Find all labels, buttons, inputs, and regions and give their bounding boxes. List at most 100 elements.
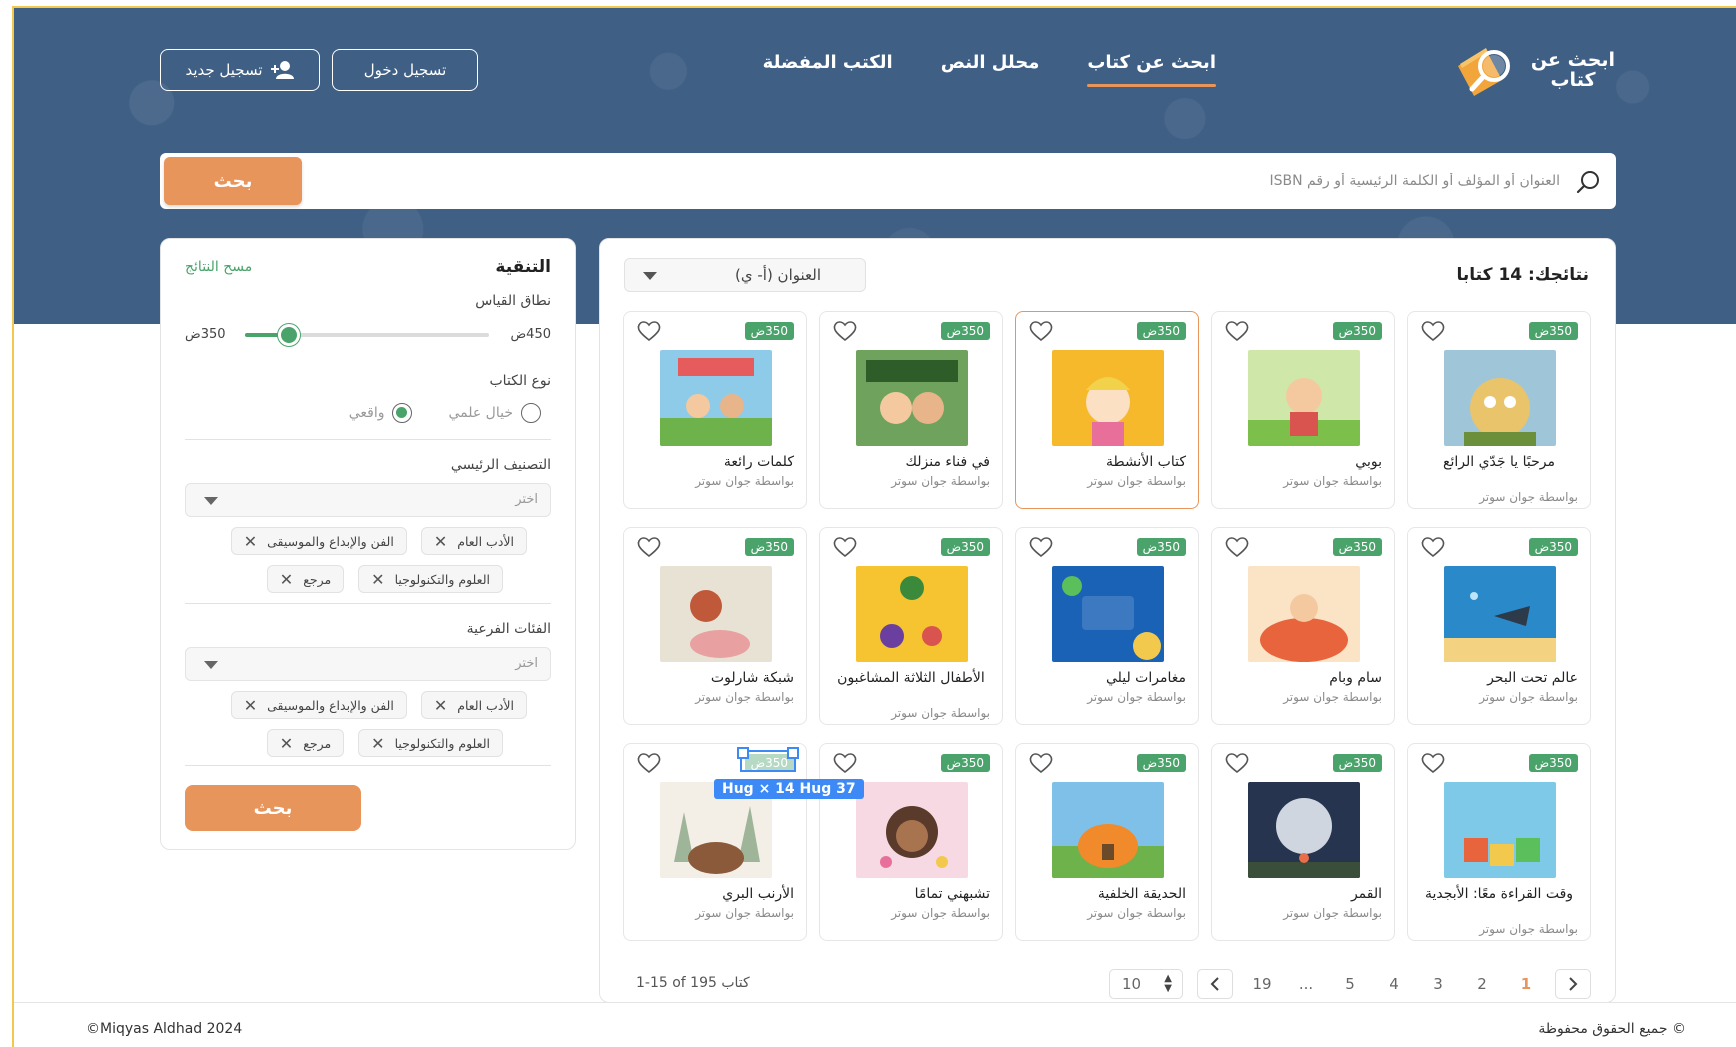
book-title: عالم تحت البحر (1487, 670, 1578, 686)
nav-find-book[interactable]: ابحث عن كتاب (1087, 52, 1216, 87)
close-icon[interactable]: ✕ (244, 532, 257, 551)
close-icon[interactable]: ✕ (280, 570, 293, 589)
chip: الفن والإبداع والموسيقى ✕ (230, 527, 407, 555)
book-card[interactable]: 350ض مرحبًا يا جَدّي الرائع بواسطة جوان سو… (1407, 311, 1591, 509)
close-icon[interactable]: ✕ (371, 570, 384, 589)
login-label: تسجيل دخول (363, 61, 447, 79)
next-page-button[interactable] (1555, 969, 1591, 999)
search-input[interactable] (460, 163, 1560, 199)
page-number[interactable]: 4 (1379, 975, 1409, 993)
page-number[interactable]: 2 (1467, 975, 1497, 993)
heart-icon[interactable] (832, 320, 858, 342)
book-author: بواسطة جوان سوتر (891, 706, 990, 720)
heart-icon[interactable] (1224, 752, 1250, 774)
book-title: الأطفال الثلاثة المشاغبون (837, 670, 985, 686)
radio-realistic[interactable]: واقعي (349, 403, 413, 423)
sub-category-select[interactable]: اختر (185, 647, 551, 681)
book-cover (660, 566, 772, 662)
heart-icon[interactable] (636, 536, 662, 558)
book-search-logo-icon (1452, 40, 1518, 100)
register-button[interactable]: تسجيل جديد (160, 49, 320, 91)
page-number[interactable]: 19 (1247, 975, 1277, 993)
page-number[interactable]: 3 (1423, 975, 1453, 993)
book-card[interactable]: 350ض الأطفال الثلاثة المشاغبون بواسطة جوان… (819, 527, 1003, 725)
lexile-badge: 350ض (1136, 754, 1186, 772)
page-number[interactable]: 1 (1511, 975, 1541, 993)
login-button[interactable]: تسجيل دخول (332, 49, 478, 91)
close-icon[interactable]: ✕ (371, 734, 384, 753)
book-card[interactable]: 350ض كلمات رائعة بواسطة جوان سوتر (623, 311, 807, 509)
heart-icon[interactable] (636, 752, 662, 774)
divider (185, 439, 551, 440)
sub-category-chips: الأدب العام ✕ الفن والإبداع والموسيقى ✕ ال… (185, 691, 551, 757)
chevron-down-icon (204, 497, 218, 505)
heart-icon[interactable] (1420, 536, 1446, 558)
lexile-badge: 350ض (1528, 754, 1578, 772)
chip-label: الأدب العام (457, 533, 514, 549)
lexile-badge: 350ض (1332, 322, 1382, 340)
close-icon[interactable]: ✕ (434, 696, 447, 715)
close-icon[interactable]: ✕ (434, 532, 447, 551)
book-cover (1444, 566, 1556, 662)
range-slider[interactable] (245, 324, 489, 346)
book-author: بواسطة جوان سوتر (1479, 922, 1578, 936)
heart-icon[interactable] (1224, 320, 1250, 342)
close-icon[interactable]: ✕ (280, 734, 293, 753)
lexile-badge: 350ض (1528, 538, 1578, 556)
book-card[interactable]: 350ض القمر بواسطة جوان سوتر (1211, 743, 1395, 941)
book-title: مرحبًا يا جَدّي الرائع (1443, 454, 1555, 470)
footer-rights: © جميع الحقوق محفوظة (1538, 1021, 1686, 1037)
heart-icon[interactable] (1028, 536, 1054, 558)
book-card[interactable]: 350ض الأرنب البري بواسطة جوان سوتر 37 Hug ×… (623, 743, 864, 941)
filter-search-button[interactable]: بحث (185, 785, 361, 831)
book-author: بواسطة جوان سوتر (1087, 474, 1186, 488)
chip-label: الفن والإبداع والموسيقى (267, 533, 394, 549)
page-number[interactable]: 5 (1335, 975, 1365, 993)
lexile-badge: 350ض (1332, 538, 1382, 556)
book-card[interactable]: 350ض تشبهني تمامًا بواسطة جوان سوتر (819, 743, 1003, 941)
logo[interactable]: ابحث عن كتاب (1452, 40, 1618, 100)
book-author: بواسطة جوان سوتر (1087, 906, 1186, 920)
nav-favorites[interactable]: الكتب المفضلة (763, 52, 893, 87)
book-card[interactable]: 350ض الحديقة الخلفية بواسطة جوان سوتر (1015, 743, 1199, 941)
heart-icon[interactable] (832, 536, 858, 558)
heart-icon[interactable] (1420, 320, 1446, 342)
book-card[interactable]: 350ض في فناء منزلك بواسطة جوان سوتر (819, 311, 1003, 509)
range-slider-handle[interactable] (277, 324, 300, 346)
chip-label: الفن والإبداع والموسيقى (267, 697, 394, 713)
book-card[interactable]: 350ض بوبي بواسطة جوان سوتر (1211, 311, 1395, 509)
close-icon[interactable]: ✕ (244, 696, 257, 715)
clear-results-link[interactable]: مسح النتائج (185, 259, 252, 275)
search-button[interactable]: بحث (164, 157, 302, 205)
footer-divider (14, 1002, 1736, 1003)
radio-scifi[interactable]: خيال علمي (448, 403, 541, 423)
book-card[interactable]: 350ض وقت القراءة معًا: الأبجدية بواسطة جوا… (1407, 743, 1591, 941)
book-card[interactable]: 350ض عالم تحت البحر بواسطة جوان سوتر (1407, 527, 1591, 725)
heart-icon[interactable] (636, 320, 662, 342)
book-card[interactable]: 350ض كتاب الأنشطة بواسطة جوان سوتر (1015, 311, 1199, 509)
lexile-badge: 350ض (744, 538, 794, 556)
book-card[interactable]: 350ض مغامرات ليلي بواسطة جوان سوتر (1015, 527, 1199, 725)
book-card[interactable]: 350ض سام وبام بواسطة جوان سوتر (1211, 527, 1395, 725)
book-type-label: نوع الكتاب (489, 373, 552, 389)
lexile-badge: 350ض (1136, 538, 1186, 556)
chip: مرجع ✕ (266, 729, 345, 757)
nav-text-analyzer[interactable]: محلل النص (941, 52, 1040, 87)
book-cover (1248, 566, 1360, 662)
size-overlay: 37 Hug × 14 Hug (714, 779, 864, 799)
heart-icon[interactable] (1420, 752, 1446, 774)
lexile-badge: 350ض (744, 322, 794, 340)
heart-icon[interactable] (832, 752, 858, 774)
filter-panel: التنقية مسح النتائج نطاق القياس 450ض 350… (160, 238, 576, 850)
book-card[interactable]: 350ض شبكة شارلوت بواسطة جوان سوتر (623, 527, 807, 725)
book-author: بواسطة جوان سوتر (891, 474, 990, 488)
heart-icon[interactable] (1028, 320, 1054, 342)
prev-page-button[interactable] (1197, 969, 1233, 999)
heart-icon[interactable] (1224, 536, 1250, 558)
main-category-select[interactable]: اختر (185, 483, 551, 517)
per-page-stepper[interactable]: 10 ▲ ▼ (1109, 969, 1183, 999)
search-bar: بحث (160, 153, 1616, 209)
heart-icon[interactable] (1028, 752, 1054, 774)
book-author: بواسطة جوان سوتر (1283, 474, 1382, 488)
sort-select[interactable]: العنوان (أ- ي) (624, 258, 866, 292)
